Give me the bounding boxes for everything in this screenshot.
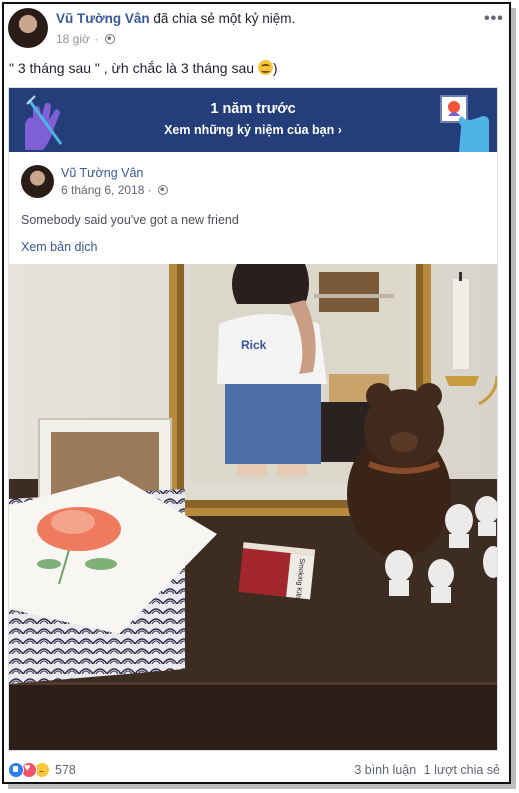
post-header-line: Vũ Tường Vân đã chia sẻ một kỷ niệm. [56, 11, 295, 26]
memory-author-name-text: Vũ Tường Vân [61, 166, 144, 180]
reaction-count[interactable]: 578 [55, 763, 76, 777]
shares-count-link[interactable]: 1 lượt chia sẻ [424, 763, 500, 777]
memory-author-avatar[interactable] [21, 165, 54, 198]
memory-date-text[interactable]: 6 tháng 6, 2018 [61, 183, 144, 197]
post-text-end: ) [272, 60, 278, 76]
memory-banner[interactable]: 1 năm trước Xem những kỷ niệm của bạn › [9, 88, 497, 152]
comments-count-link[interactable]: 3 bình luận [354, 763, 416, 777]
memory-author-name[interactable]: Vũ Tường Vân [61, 166, 143, 180]
memory-post-text: Somebody said you've got a new friend [21, 213, 239, 227]
post-text: " 3 tháng sau " , ừh chắc là 3 tháng sau… [9, 60, 278, 76]
card-shadow-right [511, 8, 516, 788]
globe-icon[interactable] [104, 34, 115, 44]
post-timestamp[interactable]: 18 giờ [56, 32, 90, 46]
smile-emoji-icon [257, 60, 273, 75]
photo-illustration: Rick Smoking Kills [9, 264, 497, 750]
memory-date: 6 tháng 6, 2018 · [61, 183, 169, 197]
memory-subtitle: Xem những kỷ niệm của bạn [164, 123, 335, 137]
like-reaction-icon[interactable] [8, 762, 24, 778]
hand-photo-illustration-icon [440, 95, 489, 152]
memory-photo[interactable]: Rick Smoking Kills [9, 264, 497, 750]
svg-text:Rick: Rick [241, 338, 267, 352]
card-shadow-bottom [8, 784, 516, 789]
see-translation-link[interactable]: Xem bản dịch [21, 240, 97, 254]
memory-see-memories-link[interactable]: Xem những kỷ niệm của bạn › [9, 123, 497, 137]
chevron-right-icon: › [337, 123, 342, 137]
author-name[interactable]: Vũ Tường Vân [56, 11, 150, 26]
post-meta: 18 giờ · [56, 32, 115, 46]
globe-icon[interactable] [158, 185, 169, 195]
memory-card: 1 năm trước Xem những kỷ niệm của bạn › … [8, 87, 498, 751]
post-text-body: " 3 tháng sau " , ừh chắc là 3 tháng sau [9, 60, 258, 76]
more-options-icon[interactable]: ••• [484, 10, 504, 28]
memory-title: 1 năm trước [210, 101, 296, 117]
author-avatar[interactable] [8, 8, 48, 48]
engagement-stats: 3 bình luận 1 lượt chia sẻ [354, 763, 500, 777]
post-footer: 578 3 bình luận 1 lượt chia sẻ [8, 762, 502, 780]
post-action-text: đã chia sẻ một kỷ niệm. [153, 11, 296, 26]
